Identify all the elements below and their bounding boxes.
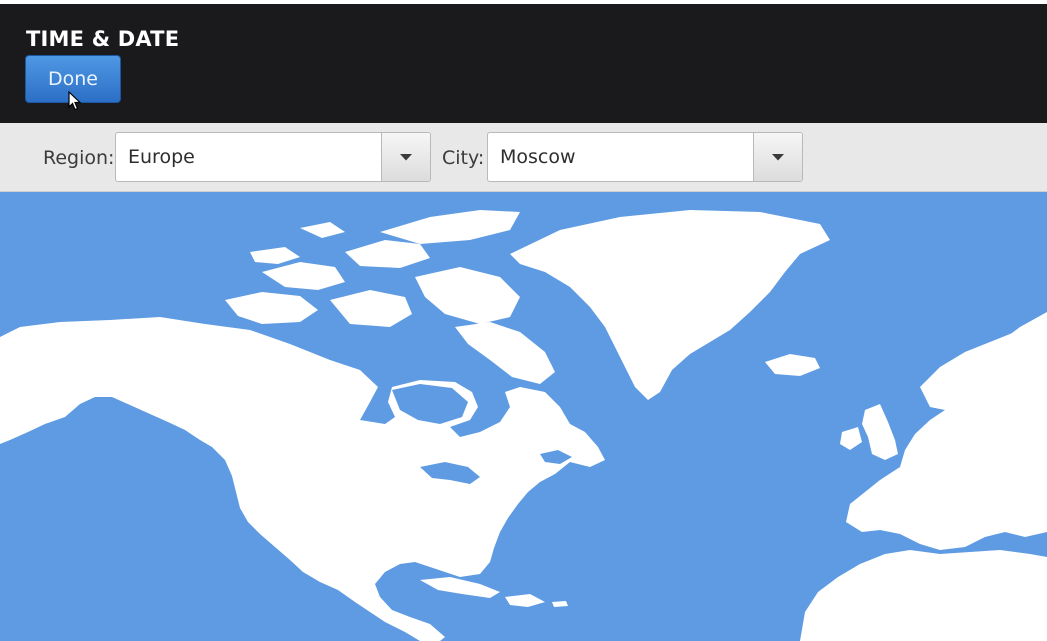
page-title: TIME & DATE [26, 27, 180, 51]
location-toolbar: Region: Europe City: Moscow [0, 123, 1047, 192]
puerto-rico [552, 601, 568, 607]
chevron-down-icon [772, 153, 784, 160]
region-value[interactable]: Europe [128, 146, 195, 168]
city-label: City: [442, 147, 485, 169]
region-combobox[interactable]: Europe [115, 132, 431, 182]
pointer-cursor-icon [68, 91, 82, 111]
city-value[interactable]: Moscow [500, 146, 576, 168]
chevron-down-icon [400, 153, 412, 160]
region-label: Region: [43, 147, 115, 169]
city-combobox[interactable]: Moscow [487, 132, 803, 182]
city-dropdown-button[interactable] [753, 133, 802, 181]
header-bar: TIME & DATE Done [0, 0, 1047, 123]
region-dropdown-button[interactable] [381, 133, 430, 181]
timezone-map[interactable] [0, 192, 1047, 641]
